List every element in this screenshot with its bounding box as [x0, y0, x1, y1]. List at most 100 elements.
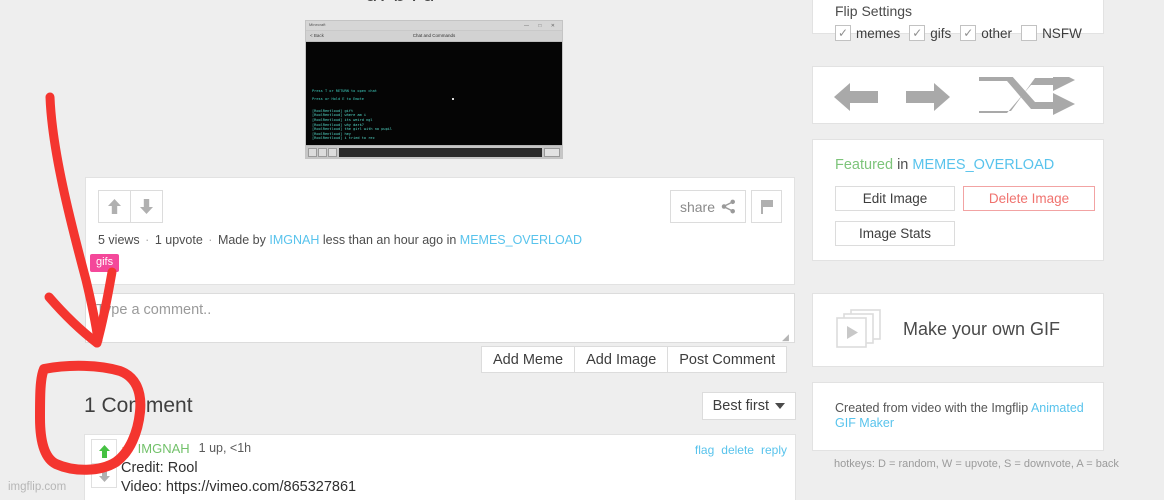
- featured-word: Featured: [835, 157, 894, 173]
- created-from-card: Created from video with the Imgflip Anim…: [812, 382, 1104, 451]
- comment-row: ★ IMGNAH 1 up, <1h flag delete reply Cre…: [84, 434, 796, 500]
- flag-icon: [760, 199, 773, 214]
- post-madeby-label: Made by: [217, 233, 266, 247]
- comment-body: ★ IMGNAH 1 up, <1h flag delete reply Cre…: [121, 440, 787, 497]
- media-window-buttons: — □ ✕: [524, 23, 559, 29]
- comments-sort-label: Best first: [712, 398, 769, 414]
- media-tab-title: Chat and Commands: [412, 33, 456, 38]
- post-tag-gifs[interactable]: gifs: [90, 254, 120, 272]
- post-media[interactable]: Minecraft — □ ✕ < Back Chat and Commands…: [305, 20, 563, 159]
- flip-nav-card: [812, 66, 1104, 124]
- arrow-right-icon[interactable]: [905, 80, 951, 114]
- arrow-up-icon: [108, 199, 121, 214]
- make-gif-card[interactable]: Make your own GIF: [812, 293, 1104, 367]
- arrow-down-icon: [140, 199, 153, 214]
- media-send-slot: [544, 147, 560, 157]
- flip-settings-options: ✓ memes ✓ gifs ✓ other NSFW: [835, 25, 1082, 41]
- delete-image-button[interactable]: Delete Image: [963, 186, 1095, 211]
- media-hint-1: Press T or RETURN to open chat: [312, 89, 377, 93]
- comment-text-line-2: Video: https://vimeo.com/865327861: [121, 479, 357, 495]
- comment-text-line-1: Credit: Rool: [121, 460, 198, 476]
- comment-meta: 1 up, <1h: [198, 441, 252, 455]
- comments-header: 1 Comment Best first: [84, 392, 796, 430]
- share-label: share: [679, 198, 715, 215]
- comment-reply-link[interactable]: reply: [761, 443, 787, 457]
- media-chat-lines: [RoolRentloud] gift [RoolRentloud] where…: [312, 108, 393, 141]
- post-author-link[interactable]: IMGNAH: [269, 233, 319, 247]
- arrow-left-icon[interactable]: [833, 80, 879, 114]
- flip-option-other[interactable]: ✓ other: [960, 25, 1012, 41]
- comment-delete-link[interactable]: delete: [721, 443, 754, 457]
- textarea-resize-grip[interactable]: ◢: [782, 333, 791, 342]
- comment-downvote-button[interactable]: [91, 463, 117, 488]
- flag-button[interactable]: [751, 190, 782, 223]
- flip-option-memes-label: memes: [856, 25, 901, 41]
- created-from-text: Created from video with the Imgflip Anim…: [835, 401, 1085, 431]
- flip-option-memes[interactable]: ✓ memes: [835, 25, 900, 41]
- media-screen: Press T or RETURN to open chat Press or …: [306, 42, 562, 145]
- share-button[interactable]: share: [669, 190, 746, 223]
- flip-settings-card: Flip Settings ✓ memes ✓ gifs ✓ other NSF…: [812, 0, 1104, 41]
- media-tabbar: < Back Chat and Commands: [306, 31, 562, 42]
- featured-in-word: in: [897, 157, 909, 173]
- arrow-up-icon: [98, 445, 110, 458]
- checkbox-memes[interactable]: ✓: [835, 25, 851, 41]
- star-icon: ★: [121, 440, 133, 456]
- comment-input[interactable]: [85, 293, 795, 343]
- post-meta-line: 5 views · 1 upvote · Made by IMGNAH less…: [98, 233, 582, 247]
- comment-actions: flag delete reply: [695, 443, 787, 457]
- featured-card: Featured in MEMES_OVERLOAD Edit Image De…: [812, 139, 1104, 261]
- post-downvote-button[interactable]: [130, 190, 163, 223]
- post-stream-link[interactable]: MEMES_OVERLOAD: [460, 233, 582, 247]
- media-icon-slot-3: [328, 147, 337, 157]
- created-from-prefix: Created from video with the Imgflip: [835, 401, 1031, 415]
- edit-image-button[interactable]: Edit Image: [835, 186, 955, 211]
- imgflip-image-page: gy p , g Minecraft — □ ✕ < Back Chat and…: [0, 0, 1164, 500]
- media-icon-slot-1: [308, 147, 317, 157]
- media-hint-2: Press or Hold E to Emote: [312, 97, 364, 101]
- post-comment-button[interactable]: Post Comment: [667, 346, 788, 373]
- comment-flag-link[interactable]: flag: [695, 443, 714, 457]
- comment-upvote-button[interactable]: [91, 439, 117, 464]
- media-icon-slot-2: [318, 147, 327, 157]
- flip-option-gifs[interactable]: ✓ gifs: [909, 25, 951, 41]
- comments-count-label: 1 Comment: [84, 394, 193, 417]
- hotkeys-hint: hotkeys: D = random, W = upvote, S = dow…: [834, 458, 1119, 470]
- checkbox-gifs[interactable]: ✓: [909, 25, 926, 41]
- featured-line: Featured in MEMES_OVERLOAD: [835, 157, 1054, 173]
- shuffle-icon[interactable]: [977, 77, 1077, 117]
- checkbox-other[interactable]: ✓: [960, 25, 977, 41]
- page-title-cutoff: gy p , g: [0, 0, 800, 1]
- comments-sort-dropdown[interactable]: Best first: [701, 392, 796, 420]
- film-stack-play-icon: [835, 308, 883, 355]
- post-time-ago: less than an hour ago: [322, 233, 444, 247]
- meta-sep-1: ·: [145, 233, 150, 247]
- chevron-down-icon: [775, 403, 785, 409]
- share-icon: [721, 199, 735, 214]
- post-upvote-button[interactable]: [98, 190, 131, 223]
- compose-action-bar: Add Meme Add Image Post Comment: [481, 346, 788, 373]
- post-share-group: share: [669, 190, 782, 223]
- media-text-field: [339, 147, 542, 157]
- image-stats-button[interactable]: Image Stats: [835, 221, 955, 246]
- flip-option-nsfw[interactable]: NSFW: [1021, 25, 1082, 41]
- post-upvotes: 1 upvote: [154, 233, 203, 247]
- post-views: 5 views: [98, 233, 140, 247]
- meta-sep-2: ·: [208, 233, 213, 247]
- flip-option-other-label: other: [981, 25, 1013, 41]
- post-vote-group: [98, 190, 163, 223]
- checkbox-nsfw[interactable]: [1021, 25, 1038, 41]
- flip-nav-icons: [813, 77, 1103, 117]
- media-cursor: [452, 98, 454, 100]
- comment-author[interactable]: IMGNAH: [138, 441, 190, 456]
- comment-header: ★ IMGNAH 1 up, <1h flag delete reply: [121, 440, 787, 458]
- imgflip-watermark: imgflip.com: [8, 481, 67, 493]
- make-gif-label: Make your own GIF: [903, 319, 1061, 339]
- add-meme-button[interactable]: Add Meme: [481, 346, 576, 373]
- flip-option-nsfw-label: NSFW: [1042, 25, 1082, 41]
- post-info-card: share 5 views · 1 upvote · Made by IMGNA…: [85, 177, 795, 285]
- add-image-button[interactable]: Add Image: [574, 346, 669, 373]
- flip-settings-title: Flip Settings: [835, 3, 913, 19]
- featured-stream-link[interactable]: MEMES_OVERLOAD: [912, 157, 1054, 173]
- post-in-word: in: [446, 233, 457, 247]
